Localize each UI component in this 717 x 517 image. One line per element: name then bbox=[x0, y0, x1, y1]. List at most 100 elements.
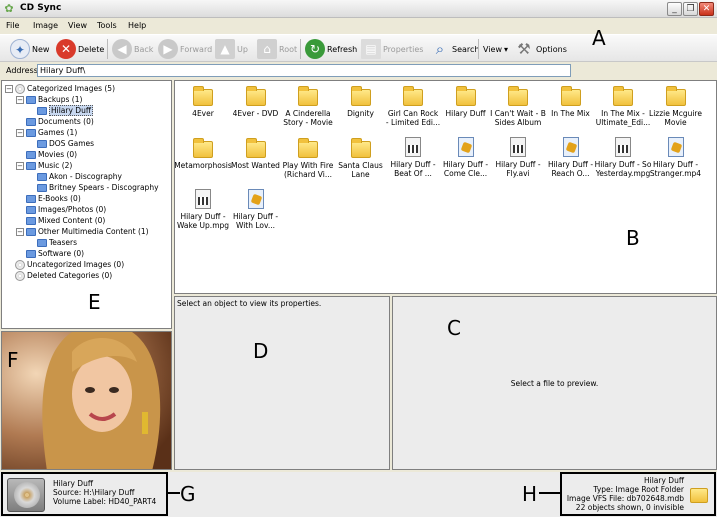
tree-item-games[interactable]: − Games (1) bbox=[16, 127, 77, 138]
properties-panel: Select an object to view its properties. bbox=[174, 296, 390, 470]
menu-help[interactable]: Help bbox=[128, 21, 146, 30]
annotation-d: D bbox=[253, 339, 269, 363]
tree-item-images-photos[interactable]: Images/Photos (0) bbox=[26, 204, 106, 215]
refresh-button[interactable]: ↻ Refresh bbox=[305, 38, 357, 60]
menu-file[interactable]: File bbox=[6, 21, 19, 30]
tree-item-britney-spears[interactable]: Britney Spears - Discography bbox=[37, 182, 159, 193]
search-button[interactable]: ⌕ Search bbox=[430, 38, 480, 60]
disc-icon bbox=[15, 270, 25, 281]
folder-icon bbox=[298, 138, 318, 158]
tools-icon: ⚒ bbox=[517, 40, 531, 58]
disc-icon bbox=[15, 259, 25, 270]
portrait-image bbox=[2, 332, 171, 469]
image-name: Hilary Duff bbox=[53, 479, 94, 488]
annotation-h-line bbox=[539, 492, 560, 494]
refresh-icon: ↻ bbox=[305, 39, 325, 59]
cover-photo bbox=[1, 331, 172, 470]
forward-arrow-icon: ▶ bbox=[158, 39, 178, 59]
video-file-icon bbox=[615, 137, 631, 157]
minimize-button[interactable]: _ bbox=[667, 2, 682, 16]
folder-name: Hilary Duff bbox=[643, 476, 684, 485]
options-button[interactable]: ⚒ Options bbox=[514, 38, 567, 60]
folder-icon bbox=[26, 216, 36, 225]
collapse-icon[interactable]: − bbox=[16, 128, 24, 137]
folder-info-box: Hilary Duff Type: Image Root Folder Imag… bbox=[560, 472, 716, 516]
tree-item-hilary-duff[interactable]: Hilary Duff bbox=[37, 105, 94, 116]
media-file-icon bbox=[457, 137, 474, 157]
file-item[interactable]: Hilary Duff - With Lov... bbox=[223, 189, 289, 230]
maximize-button[interactable]: ❐ bbox=[683, 2, 698, 16]
folder-icon bbox=[37, 172, 47, 181]
tree-item-akon[interactable]: Akon - Discography bbox=[37, 171, 122, 182]
folder-icon bbox=[26, 161, 36, 170]
folder-icon bbox=[350, 86, 371, 106]
preview-hint: Select a file to preview. bbox=[510, 379, 599, 388]
folder-icon bbox=[455, 86, 476, 106]
object-count: 22 objects shown, 0 invisible bbox=[575, 503, 684, 512]
folder-icon bbox=[245, 86, 266, 106]
folder-icon bbox=[26, 205, 36, 214]
tree-item-movies[interactable]: Movies (0) bbox=[26, 149, 77, 160]
tree-item-deleted-categories[interactable]: Deleted Categories (0) bbox=[15, 270, 112, 281]
tree-item-backups[interactable]: − Backups (1) bbox=[16, 94, 82, 105]
disc-icon bbox=[15, 83, 25, 94]
hard-drive-icon bbox=[7, 478, 45, 512]
tree-item-ebooks[interactable]: E-Books (0) bbox=[26, 193, 81, 204]
menu-image[interactable]: Image bbox=[33, 21, 58, 30]
file-name-line2: With Lov... bbox=[235, 221, 276, 230]
tree-item-documents[interactable]: Documents (0) bbox=[26, 116, 94, 127]
tree-item-uncategorized-images[interactable]: Uncategorized Images (0) bbox=[15, 259, 124, 270]
collapse-icon[interactable]: − bbox=[5, 84, 13, 93]
tree-item-dos-games[interactable]: DOS Games bbox=[37, 138, 94, 149]
annotation-a: A bbox=[592, 26, 606, 50]
menu-view[interactable]: View bbox=[68, 21, 87, 30]
view-dropdown[interactable]: View ▾ bbox=[483, 38, 508, 60]
media-file-icon bbox=[667, 137, 684, 157]
video-file-icon bbox=[405, 137, 421, 157]
delete-button[interactable]: ✕ Delete bbox=[56, 38, 104, 60]
back-button[interactable]: ◀ Back bbox=[112, 38, 153, 60]
media-file-icon bbox=[562, 137, 579, 157]
address-input[interactable]: Hilary Duff\ bbox=[37, 64, 571, 77]
collapse-icon[interactable]: − bbox=[16, 161, 24, 170]
tree-item-teasers[interactable]: Teasers bbox=[37, 237, 77, 248]
up-folder-icon: ▲ bbox=[215, 39, 235, 59]
properties-hint: Select an object to view its properties. bbox=[177, 299, 322, 308]
file-name-line2: Sides Album bbox=[494, 118, 542, 127]
tree-item-categorized-images[interactable]: − Categorized Images (5) bbox=[5, 83, 115, 94]
search-icon: ⌕ bbox=[435, 40, 445, 58]
folder-icon bbox=[37, 106, 47, 115]
collapse-icon[interactable]: − bbox=[16, 95, 24, 104]
tree-item-music[interactable]: − Music (2) bbox=[16, 160, 72, 171]
menu-bar: File Image View Tools Help bbox=[0, 19, 717, 33]
new-button[interactable]: ✦ New bbox=[10, 38, 49, 60]
folder-icon bbox=[508, 86, 528, 106]
back-arrow-icon: ◀ bbox=[112, 39, 132, 59]
properties-button[interactable]: ▤ Properties bbox=[361, 38, 423, 60]
close-button[interactable]: ✕ bbox=[699, 2, 714, 16]
image-source: Source: H:\Hilary Duff bbox=[53, 488, 135, 497]
up-button[interactable]: ▲ Up bbox=[215, 38, 248, 60]
file-name: Hilary Duff - bbox=[232, 212, 279, 221]
media-file-icon bbox=[247, 189, 264, 209]
file-name: Hilary Duff - bbox=[652, 160, 699, 169]
tree-item-other-multimedia[interactable]: − Other Multimedia Content (1) bbox=[16, 226, 149, 237]
file-item[interactable]: Hilary Duff - Stranger.mp4 bbox=[643, 137, 709, 178]
vfs-file: Image VFS File: db702648.mdb bbox=[566, 494, 684, 503]
folder-icon bbox=[26, 117, 36, 126]
toolbar: ✦ New ✕ Delete ◀ Back ▶ Forward ▲ Up ⌂ R… bbox=[0, 34, 717, 62]
tree-item-software[interactable]: Software (0) bbox=[26, 248, 84, 259]
video-file-icon bbox=[195, 189, 211, 209]
menu-tools[interactable]: Tools bbox=[97, 21, 117, 30]
root-button[interactable]: ⌂ Root bbox=[257, 38, 297, 60]
annotation-e: E bbox=[88, 290, 101, 314]
folder-icon bbox=[193, 138, 213, 158]
properties-icon: ▤ bbox=[361, 39, 381, 59]
tree-item-mixed-content[interactable]: Mixed Content (0) bbox=[26, 215, 105, 226]
file-name-line2: Movie bbox=[664, 118, 687, 127]
folder-item[interactable]: Lizzie Mcguire Movie bbox=[643, 85, 709, 127]
toolbar-separator bbox=[107, 39, 108, 59]
collapse-icon[interactable]: − bbox=[16, 227, 24, 236]
forward-button[interactable]: ▶ Forward bbox=[158, 38, 212, 60]
folder-icon bbox=[26, 95, 36, 104]
